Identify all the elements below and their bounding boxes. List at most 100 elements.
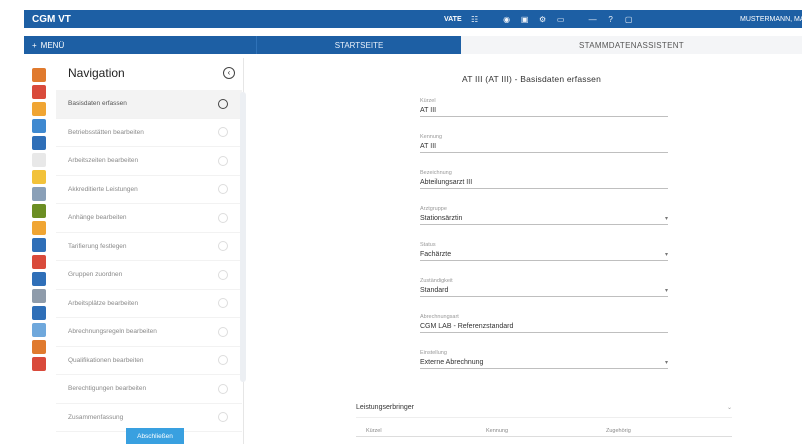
app-module-icon[interactable] (32, 119, 46, 133)
field-value: Externe Abrechnung (420, 359, 484, 366)
gear-icon[interactable]: ⚙ (534, 15, 552, 24)
column-header[interactable]: Kürzel (356, 428, 476, 434)
nav-step-item[interactable]: Akkreditierte Leistungen (56, 176, 242, 204)
nav-step-label: Berechtigungen bearbeiten (68, 385, 147, 393)
chevron-down-icon[interactable]: ▾ (665, 287, 668, 294)
step-status-icon (218, 184, 228, 195)
tab-startseite[interactable]: STARTSEITE (256, 36, 461, 54)
app-module-icon[interactable] (32, 187, 46, 201)
text-field[interactable]: AT III (420, 140, 668, 153)
user-short: VATE (444, 15, 462, 23)
navigation-panel: Navigation ‹ Basisdaten erfassen Betriebs… (56, 58, 244, 444)
app-module-icon[interactable] (32, 204, 46, 218)
nav-step-item[interactable]: Gruppen zuordnen (56, 261, 242, 290)
app-module-icon[interactable] (32, 221, 46, 235)
menu-button[interactable]: + MENÜ (24, 36, 256, 54)
form-field: Einstellung Externe Abrechnung ▾ (420, 350, 668, 369)
camera-icon[interactable]: ▭ (552, 15, 570, 24)
text-field[interactable]: CGM LAB - Referenzstandard (420, 320, 668, 333)
nav-step-label: Betriebsstätten bearbeiten (68, 128, 144, 136)
app-module-icon[interactable] (32, 170, 46, 184)
chevron-down-icon[interactable]: ▾ (665, 215, 668, 222)
table-header: Kürzel Kennung Zugehörig (356, 418, 732, 437)
select-field[interactable]: Fachärzte ▾ (420, 248, 668, 261)
chevron-down-icon[interactable]: ▾ (665, 251, 668, 258)
app-module-icon[interactable] (32, 68, 46, 82)
form-field: Kürzel AT III (420, 98, 668, 117)
nav-step-item[interactable]: Berechtigungen bearbeiten (56, 375, 242, 404)
step-status-icon (218, 326, 228, 337)
nav-step-item[interactable]: Abrechnungsregeln bearbeiten (56, 318, 242, 347)
text-field[interactable]: Abteilungsarzt III (420, 176, 668, 189)
select-field[interactable]: Standard ▾ (420, 284, 668, 297)
app-module-icon[interactable] (32, 85, 46, 99)
app-brand: CGM VT (32, 13, 71, 25)
collapse-icon[interactable]: ‹ (223, 67, 235, 79)
nav-step-label: Arbeitsplätze bearbeiten (68, 299, 139, 307)
column-header[interactable]: Kennung (476, 428, 596, 434)
username[interactable]: MUSTERMANN, MAX (740, 16, 802, 23)
form-field: Bezeichnung Abteilungsarzt III (420, 170, 668, 189)
chevron-down-icon[interactable]: ⌄ (727, 404, 732, 411)
help-icon[interactable]: ? (602, 15, 620, 24)
top-bar: CGM VT VATE ☷ ◉ ▣ ⚙ ▭ — ? ▢ MUSTERMANN, … (24, 10, 802, 28)
app-module-icon[interactable] (32, 340, 46, 354)
finish-button[interactable]: Abschließen (126, 428, 184, 444)
nav-step-item[interactable]: Arbeitszeiten bearbeiten (56, 147, 242, 176)
column-header[interactable]: Zugehörig (596, 428, 716, 434)
form-field: Zuständigkeit Standard ▾ (420, 278, 668, 297)
menu-label: MENÜ (40, 40, 65, 50)
field-value: Stationsärztin (420, 215, 463, 222)
step-status-icon (218, 355, 228, 366)
select-field[interactable]: Externe Abrechnung ▾ (420, 356, 668, 369)
step-status-icon (218, 269, 228, 280)
select-field[interactable]: Stationsärztin ▾ (420, 212, 668, 225)
nav-step-item[interactable]: Betriebsstätten bearbeiten (56, 119, 242, 147)
app-module-icon[interactable] (32, 238, 46, 252)
window-icon[interactable]: ▣ (516, 15, 534, 24)
text-field[interactable]: AT III (420, 104, 668, 117)
nav-step-item[interactable]: Tarifierung festlegen (56, 233, 242, 261)
app-module-icon[interactable] (32, 357, 46, 371)
nav-step-label: Anhänge bearbeiten (68, 214, 127, 222)
app-module-icon[interactable] (32, 153, 46, 167)
chevron-down-icon[interactable]: ▾ (665, 359, 668, 366)
app-module-icon[interactable] (32, 289, 46, 303)
navigation-title: Navigation (68, 66, 125, 80)
navigation-scrollbar[interactable] (240, 92, 246, 382)
nav-step-item[interactable]: Anhänge bearbeiten (56, 204, 242, 233)
grid-icon[interactable]: ☷ (466, 15, 484, 24)
app-module-icon[interactable] (32, 306, 46, 320)
nav-step-label: Arbeitszeiten bearbeiten (68, 157, 139, 165)
nav-step-label: Akkreditierte Leistungen (68, 185, 138, 193)
monitor-icon[interactable]: ▢ (620, 15, 638, 24)
tab-stammdatenassistent[interactable]: STAMMDATENASSISTENT (461, 36, 802, 54)
form-area: AT III (AT III) - Basisdaten erfassen Le… (256, 58, 802, 444)
form-field: Status Fachärzte ▾ (420, 242, 668, 261)
form-field: Kennung AT III (420, 134, 668, 153)
nav-step-item[interactable]: Qualifikationen bearbeiten (56, 347, 242, 375)
app-module-icon[interactable] (32, 136, 46, 150)
app-icon-strip (24, 62, 54, 444)
tab-row: + MENÜ STARTSEITE STAMMDATENASSISTENT (24, 36, 802, 54)
nav-step-item[interactable]: Arbeitsplätze bearbeiten (56, 290, 242, 318)
nav-step-item[interactable]: Basisdaten erfassen (56, 90, 242, 119)
field-value: AT III (420, 107, 437, 114)
field-value: Standard (420, 287, 449, 294)
field-value: Abteilungsarzt III (420, 179, 473, 186)
app-module-icon[interactable] (32, 272, 46, 286)
app-module-icon[interactable] (32, 255, 46, 269)
minus-icon[interactable]: — (584, 15, 602, 24)
plus-icon: + (32, 40, 37, 50)
field-value: Fachärzte (420, 251, 452, 258)
app-module-icon[interactable] (32, 102, 46, 116)
section-header[interactable]: Leistungserbringer ⌄ (356, 404, 732, 418)
form-field: Abrechnungsart CGM LAB - Referenzstandard (420, 314, 668, 333)
step-status-icon (218, 155, 228, 166)
navigation-list: Basisdaten erfassen Betriebsstätten bearb… (56, 90, 242, 432)
eye-icon[interactable]: ◉ (498, 15, 516, 24)
nav-step-label: Qualifikationen bearbeiten (68, 356, 144, 364)
field-value: AT III (420, 143, 437, 150)
app-module-icon[interactable] (32, 323, 46, 337)
form-field: Arztgruppe Stationsärztin ▾ (420, 206, 668, 225)
